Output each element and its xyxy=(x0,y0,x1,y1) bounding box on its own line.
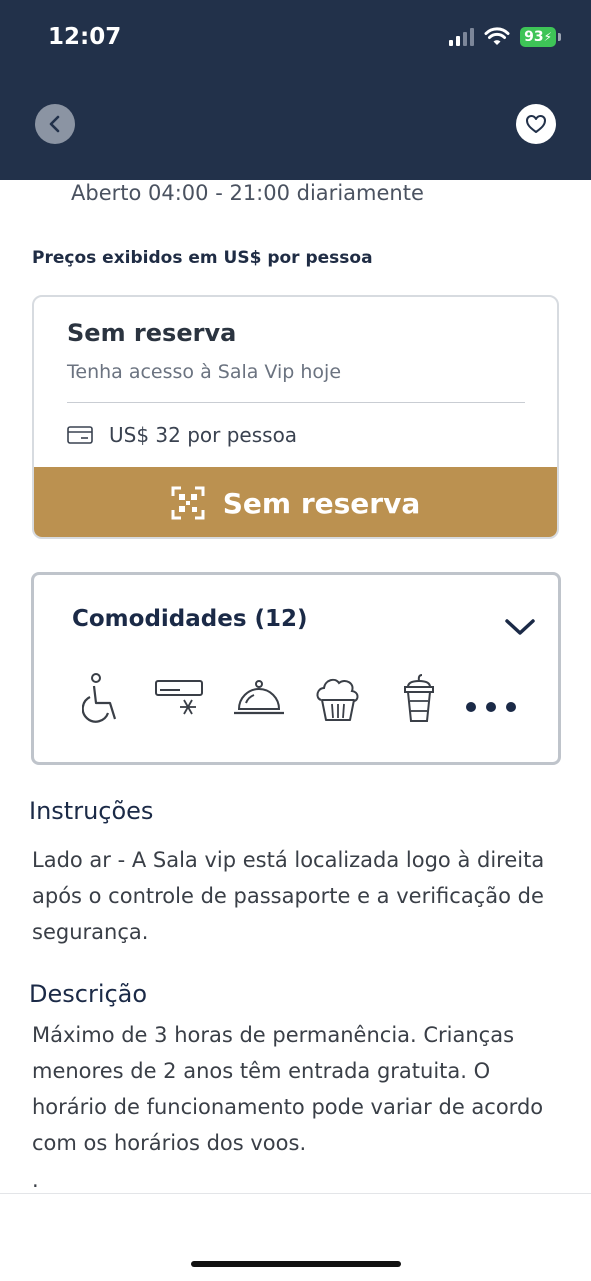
divider xyxy=(67,402,525,403)
card-icon xyxy=(67,426,93,444)
booking-subtitle: Tenha acesso à Sala Vip hoje xyxy=(67,361,342,383)
back-button[interactable] xyxy=(35,104,75,144)
instructions-body: Lado ar - A Sala vip está localizada log… xyxy=(32,848,545,944)
battery-tip xyxy=(558,33,561,41)
food-service-icon xyxy=(231,671,287,727)
favorite-button[interactable] xyxy=(516,104,556,144)
status-icons: 93 ⚡ xyxy=(449,27,561,47)
book-button[interactable]: Sem reserva xyxy=(34,467,557,537)
air-conditioning-icon xyxy=(153,671,207,727)
price-row: US$ 32 por pessoa xyxy=(67,423,297,447)
description-title: Descrição xyxy=(29,980,148,1008)
signal-icon xyxy=(449,28,475,46)
app-header: 12:07 93 ⚡ xyxy=(0,0,591,180)
amenities-icons xyxy=(79,671,529,727)
booking-title: Sem reserva xyxy=(67,319,237,347)
price-note: Preços exibidos em US$ por pessoa xyxy=(32,248,373,268)
amenities-card[interactable]: Comodidades (12) xyxy=(31,572,561,765)
amenities-title: Comodidades (12) xyxy=(72,606,308,632)
charging-icon: ⚡ xyxy=(543,30,552,44)
battery-indicator: 93 ⚡ xyxy=(520,27,556,47)
more-icon[interactable] xyxy=(463,679,519,735)
drink-icon xyxy=(399,671,439,727)
book-button-label: Sem reserva xyxy=(222,486,421,520)
description-body: Máximo de 3 horas de permanência. Crianç… xyxy=(32,1023,544,1155)
battery-level: 93 xyxy=(524,29,544,45)
wifi-icon xyxy=(484,27,510,45)
qr-scan-icon xyxy=(171,486,205,520)
booking-card: Sem reserva Tenha acesso à Sala Vip hoje… xyxy=(32,295,559,539)
heart-icon xyxy=(526,115,546,133)
chevron-left-icon xyxy=(49,115,60,133)
bakery-icon xyxy=(311,671,365,727)
home-indicator[interactable] xyxy=(191,1261,401,1267)
opening-hours: Aberto 04:00 - 21:00 diariamente xyxy=(71,181,424,205)
expand-amenities-button[interactable] xyxy=(502,613,538,641)
instructions-title: Instruções xyxy=(29,797,154,825)
price-text: US$ 32 por pessoa xyxy=(109,423,298,447)
status-time: 12:07 xyxy=(48,24,122,50)
chevron-down-icon xyxy=(505,619,535,635)
wheelchair-icon xyxy=(79,671,125,727)
bottom-bar xyxy=(0,1193,591,1281)
